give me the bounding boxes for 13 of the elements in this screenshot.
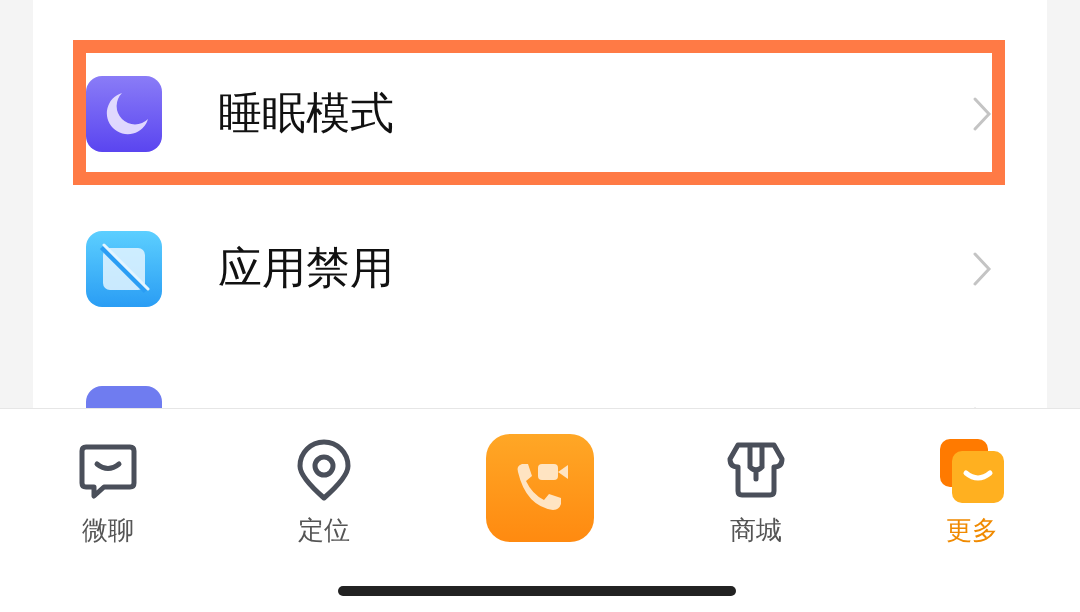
chevron-right-icon (972, 250, 992, 287)
tab[interactable]: 定位 (216, 409, 432, 548)
settings-row[interactable]: 应用禁用 (33, 191, 1047, 346)
chevron-right-icon (972, 95, 992, 132)
tab[interactable]: 微聊 (0, 409, 216, 548)
blocked-app-icon (86, 230, 162, 307)
settings-row[interactable]: 睡眠模式 (33, 36, 1047, 191)
moon-icon (86, 75, 162, 152)
smile-app-icon (940, 439, 1004, 503)
settings-label: 睡眠模式 (218, 86, 395, 140)
call-button[interactable] (486, 434, 594, 542)
tab[interactable]: 商城 (648, 409, 864, 548)
settings-label: 应用禁用 (218, 241, 395, 295)
